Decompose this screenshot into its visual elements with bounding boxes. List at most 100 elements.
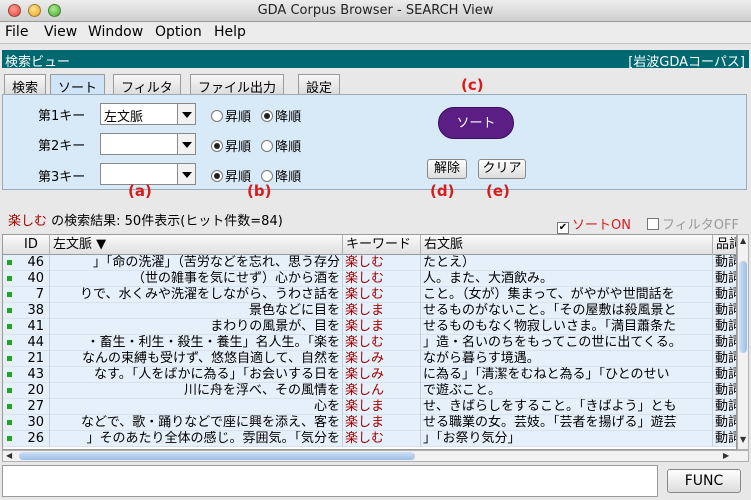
cell-left-context: 」「命の洗濯」（苦労などを忘れ、思う存分 bbox=[50, 255, 343, 271]
menu-option[interactable]: Option bbox=[155, 24, 202, 40]
cell-right-context: ながら暮らす境遇。 bbox=[421, 351, 713, 367]
table-header: ID 左文脈 ▼ キーワード 右文脈 品詞 bbox=[3, 235, 736, 255]
key2-desc-radio[interactable] bbox=[261, 140, 274, 152]
cell-id: 44 bbox=[21, 335, 50, 351]
table-row[interactable]: 7 りで、水くみや洗濯をしながら、うわさ話を 楽しむ こと。（女が）集まって、がやがや… bbox=[3, 287, 736, 303]
cell-left-context: 心を bbox=[50, 399, 343, 415]
annotation-c: (c) bbox=[461, 76, 484, 94]
cell-keyword: 楽しみ bbox=[343, 367, 421, 383]
column-header-left-context[interactable]: 左文脈 ▼ bbox=[50, 235, 343, 255]
row-marker-icon bbox=[7, 260, 12, 265]
corpus-name: [岩波GDAコーパス] bbox=[628, 55, 745, 70]
scroll-right-icon[interactable]: ▶ bbox=[723, 451, 729, 460]
row-marker-icon bbox=[7, 372, 12, 377]
tab-settings[interactable]: 設定 bbox=[298, 74, 341, 96]
table-row[interactable]: 21なんの束縛も受けず、悠悠自適して、自然を楽しみながら暮らす境遇。動詞 bbox=[3, 351, 736, 367]
key1-asc-radio[interactable] bbox=[211, 110, 223, 122]
annotation-d: (d) bbox=[430, 182, 455, 200]
key1-order: 昇順 降順 bbox=[211, 106, 307, 125]
scroll-down-icon[interactable]: ▼ bbox=[740, 435, 746, 444]
cell-pos: 動詞 bbox=[713, 415, 736, 431]
key3-asc-radio[interactable] bbox=[211, 170, 223, 182]
cell-left-context: なんの束縛も受けず、悠悠自適して、自然を bbox=[50, 351, 343, 367]
table-row[interactable]: 38景色などに目を楽しませるものがないこと。「その屋敷は殺風景と動詞 bbox=[3, 303, 736, 319]
row-marker-icon bbox=[7, 420, 12, 425]
scroll-up-icon[interactable]: ▲ bbox=[740, 236, 746, 245]
cell-left-context: まわりの風景が、目を bbox=[50, 319, 343, 335]
table-row[interactable]: 20川に舟を浮べ、その風情を楽しんで遊ぶこと。動詞 bbox=[3, 383, 736, 399]
tab-filter[interactable]: フィルタ bbox=[113, 74, 181, 96]
cell-keyword: 楽しむ bbox=[343, 271, 421, 287]
cell-pos: 動詞 bbox=[713, 287, 736, 303]
column-header-id[interactable]: ID bbox=[21, 235, 50, 255]
tab-sort[interactable]: ソート bbox=[50, 74, 106, 96]
cell-right-context: せる職業の女。芸妓。「芸者を揚げる」遊芸 bbox=[421, 415, 713, 431]
vertical-scroll-thumb[interactable] bbox=[739, 261, 747, 353]
key2-select[interactable] bbox=[100, 133, 196, 155]
cell-keyword: 楽しま bbox=[343, 415, 421, 431]
results-table: ID 左文脈 ▼ キーワード 右文脈 品詞 46」「命の洗濯」（苦労などを忘れ、… bbox=[2, 234, 737, 450]
release-button[interactable]: 解除 bbox=[427, 159, 467, 179]
key3-label: 第3キー bbox=[38, 170, 86, 185]
filter-off-checkbox[interactable]: フィルタOFF bbox=[647, 214, 739, 233]
table-row[interactable]: 43 なす。「人をばかに為る」「お会いする日を 楽しみ に為る」「清潔をむねと為る」「… bbox=[3, 367, 736, 383]
chevron-down-icon[interactable] bbox=[177, 104, 195, 124]
row-marker-icon bbox=[7, 276, 12, 281]
horizontal-scrollbar[interactable]: ◀ ▶ bbox=[2, 450, 749, 462]
tab-file-output[interactable]: ファイル出力 bbox=[190, 74, 285, 96]
table-row[interactable]: 46」「命の洗濯」（苦労などを忘れ、思う存分楽しむたとえ）動詞 bbox=[3, 255, 736, 271]
cell-left-context: 川に舟を浮べ、その風情を bbox=[50, 383, 343, 399]
cell-keyword: 楽しみ bbox=[343, 351, 421, 367]
column-header-pos[interactable]: 品詞 bbox=[713, 235, 736, 255]
cell-keyword: 楽しむ bbox=[343, 335, 421, 351]
cell-id: 40 bbox=[21, 271, 50, 287]
cell-id: 21 bbox=[21, 351, 50, 367]
cell-left-context: なす。「人をばかに為る」「お会いする日を bbox=[50, 367, 343, 383]
vertical-scrollbar[interactable]: ▲ ▼ bbox=[737, 234, 749, 450]
cell-right-context: 」造・名いのちをもってこの世に出てくる。 bbox=[421, 335, 713, 351]
cell-id: 43 bbox=[21, 367, 50, 383]
key2-asc-radio[interactable] bbox=[211, 140, 223, 152]
row-marker-icon bbox=[7, 292, 12, 297]
table-row[interactable]: 40（世の雑事を気にせず）心から酒を楽しむ人。また、大酒飲み。動詞 bbox=[3, 271, 736, 287]
cell-pos: 動詞 bbox=[713, 255, 736, 271]
chevron-down-icon[interactable] bbox=[177, 164, 195, 184]
menu-file[interactable]: File bbox=[5, 24, 28, 40]
menu-help[interactable]: Help bbox=[214, 24, 246, 40]
table-row[interactable]: 41まわりの風景が、目を楽しませるものもなく物寂しいさま。「満目蕭条た動詞 bbox=[3, 319, 736, 335]
column-header-right-context[interactable]: 右文脈 bbox=[421, 235, 713, 255]
table-row[interactable]: 44 ・畜生・利生・殺生・養生」名人生。「楽を 楽しむ 」造・名いのちをもってこの世に… bbox=[3, 335, 736, 351]
clear-button[interactable]: クリア bbox=[478, 159, 526, 179]
tab-search[interactable]: 検索 bbox=[4, 74, 47, 96]
annotation-a: (a) bbox=[128, 182, 152, 200]
cell-left-context: 景色などに目を bbox=[50, 303, 343, 319]
cell-pos: 動詞 bbox=[713, 399, 736, 415]
cell-keyword: 楽しま bbox=[343, 399, 421, 415]
cell-pos: 動詞 bbox=[713, 367, 736, 383]
func-button[interactable]: FUNC bbox=[667, 469, 741, 493]
key1-select[interactable]: 左文脈 bbox=[100, 103, 196, 125]
table-row[interactable]: 27心を楽しませ、きばらしをすること。「きばよう」とも動詞 bbox=[3, 399, 736, 415]
cell-id: 38 bbox=[21, 303, 50, 319]
horizontal-scroll-thumb[interactable] bbox=[19, 452, 415, 460]
menu-view[interactable]: View bbox=[44, 24, 77, 40]
cell-pos: 動詞 bbox=[713, 431, 736, 447]
key1-desc-radio[interactable] bbox=[261, 110, 274, 122]
sort-button[interactable]: ソート bbox=[438, 107, 514, 139]
table-row[interactable]: 30 などで、歌・踊りなどで座に興を添え、客を 楽しま せる職業の女。芸妓。「芸者を揚… bbox=[3, 415, 736, 431]
chevron-down-icon[interactable] bbox=[177, 134, 195, 154]
cell-id: 26 bbox=[21, 431, 50, 447]
column-header-keyword[interactable]: キーワード bbox=[343, 235, 421, 255]
view-header-bar: 検索ビュー [岩波GDAコーパス] bbox=[2, 50, 749, 70]
row-marker-icon bbox=[7, 308, 12, 313]
menu-bar: File View Window Option Help bbox=[0, 22, 751, 44]
message-area[interactable] bbox=[2, 465, 658, 497]
menu-window[interactable]: Window bbox=[88, 24, 143, 40]
scroll-left-icon[interactable]: ◀ bbox=[6, 451, 12, 460]
table-row[interactable]: 26」そのあたり全体の感じ。雰囲気。「気分を楽しむ」「お祭り気分」動詞 bbox=[3, 431, 736, 447]
sort-on-checkbox[interactable]: ✔ ソートON bbox=[557, 214, 631, 234]
key3-desc-radio[interactable] bbox=[261, 170, 274, 182]
cell-left-context: りで、水くみや洗濯をしながら、うわさ話を bbox=[50, 287, 343, 303]
checkmark-icon: ✔ bbox=[557, 222, 569, 234]
search-keyword: 楽しむ bbox=[8, 214, 48, 229]
